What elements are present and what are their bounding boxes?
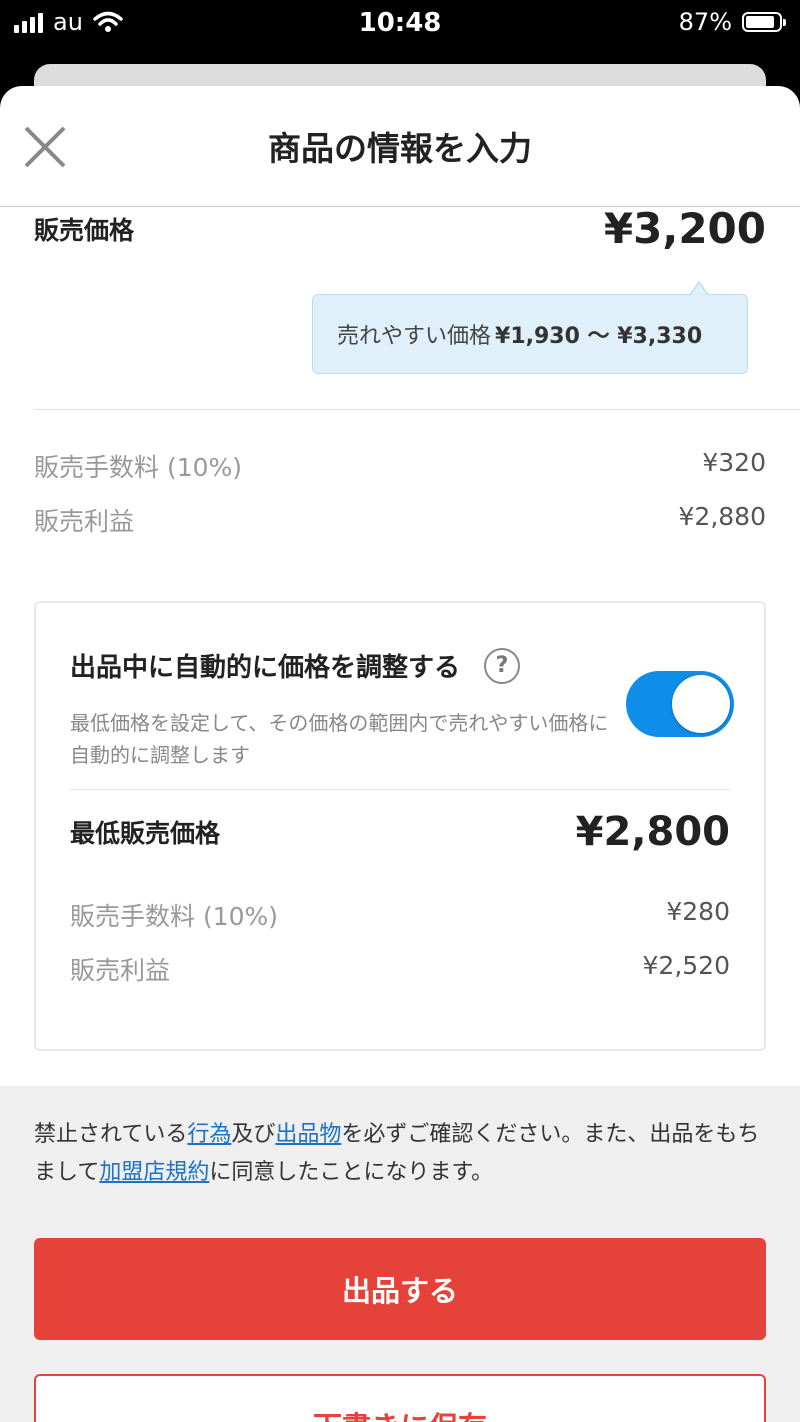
fee-value: ¥320 xyxy=(702,448,766,477)
auto-adjust-title: 出品中に自動的に価格を調整する xyxy=(70,653,461,683)
min-profit-label: 販売利益 xyxy=(70,956,171,985)
min-profit-row: 販売利益 ¥2,520 xyxy=(70,951,730,987)
price-value[interactable]: ¥3,200 xyxy=(604,204,766,253)
prohibited-items-link[interactable]: 出品物 xyxy=(275,1122,341,1147)
notice-text-4: に同意したことになります。 xyxy=(209,1160,494,1185)
prohibited-actions-link[interactable]: 行為 xyxy=(187,1122,231,1147)
auto-adjust-description: 最低価格を設定して、その価格の範囲内で売れやすい価格に自動的に調整します xyxy=(70,711,609,767)
profit-label: 販売利益 xyxy=(34,507,135,536)
submit-listing-button[interactable]: 出品する xyxy=(34,1238,766,1340)
notice-text-1: 禁止されている xyxy=(34,1122,188,1147)
price-label: 販売価格 xyxy=(34,215,135,245)
price-row[interactable]: 販売価格 ¥3,200 xyxy=(34,204,766,253)
suggestion-range: ¥1,930 〜 ¥3,330 xyxy=(495,324,703,349)
notice-text-2: 及び xyxy=(231,1122,276,1147)
status-right: 87% xyxy=(678,8,786,36)
min-fee-row: 販売手数料 (10%) ¥280 xyxy=(70,897,730,933)
min-fee-label: 販売手数料 (10%) xyxy=(70,902,279,931)
battery-percent: 87% xyxy=(678,8,732,36)
suggestion-label: 売れやすい価格 xyxy=(337,324,492,349)
min-price-row[interactable]: 最低販売価格 ¥2,800 xyxy=(70,809,730,855)
min-price-value[interactable]: ¥2,800 xyxy=(576,809,730,855)
help-icon[interactable]: ? xyxy=(484,647,521,684)
min-fee-value: ¥280 xyxy=(666,897,730,926)
auto-adjust-toggle[interactable] xyxy=(626,671,734,737)
auto-adjust-card: 出品中に自動的に価格を調整する ? 最低価格を設定して、その価格の範囲内で売れや… xyxy=(34,601,766,1051)
footer: 禁止されている行為及び出品物を必ずご確認ください。また、出品をもちまして加盟店規… xyxy=(0,1086,800,1422)
min-profit-value: ¥2,520 xyxy=(642,951,730,980)
listing-sheet: 商品の情報を入力 販売価格 ¥3,200 売れやすい価格 ¥1,930 〜 ¥3… xyxy=(0,86,800,1422)
save-draft-button[interactable]: 下書きに保存 xyxy=(34,1374,766,1422)
auto-adjust-title-row: 出品中に自動的に価格を調整する ? xyxy=(70,647,521,684)
divider xyxy=(34,409,800,410)
nav-bar: 商品の情報を入力 xyxy=(0,86,800,207)
min-price-label: 最低販売価格 xyxy=(70,819,221,848)
card-divider xyxy=(70,789,730,790)
page-title: 商品の情報を入力 xyxy=(268,129,532,168)
toggle-knob xyxy=(672,675,730,733)
merchant-terms-link[interactable]: 加盟店規約 xyxy=(99,1160,209,1185)
status-bar: au 10:48 87% xyxy=(0,0,800,46)
fee-label: 販売手数料 (10%) xyxy=(34,453,243,482)
profit-value: ¥2,880 xyxy=(678,502,766,531)
battery-icon xyxy=(742,12,786,32)
terms-notice: 禁止されている行為及び出品物を必ずご確認ください。また、出品をもちまして加盟店規… xyxy=(34,1116,774,1192)
suggested-price-tooltip: 売れやすい価格 ¥1,930 〜 ¥3,330 xyxy=(312,281,748,374)
battery-fill xyxy=(746,16,774,28)
fee-row: 販売手数料 (10%) ¥320 xyxy=(34,448,766,484)
profit-row: 販売利益 ¥2,880 xyxy=(34,502,766,538)
